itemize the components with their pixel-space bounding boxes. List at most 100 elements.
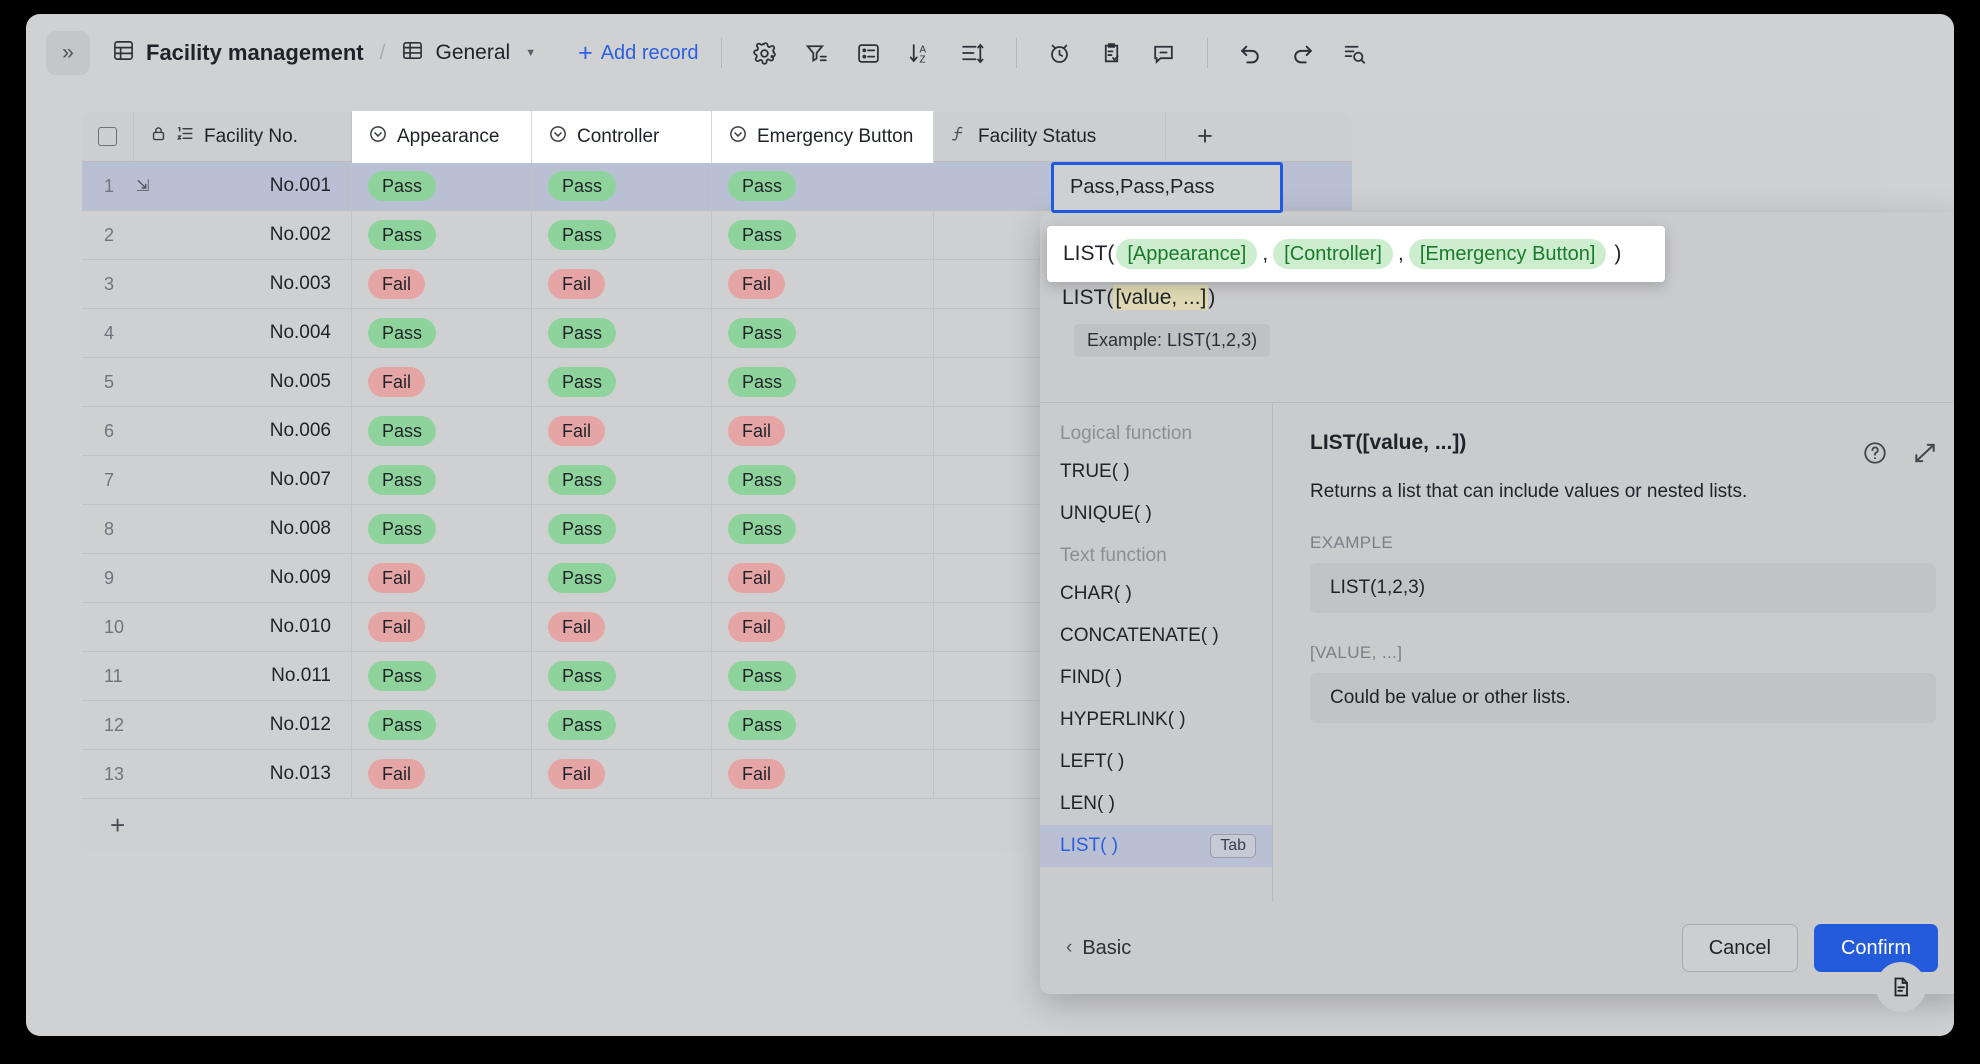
cell-appearance[interactable]: Pass (352, 309, 532, 357)
filter-icon[interactable] (796, 32, 838, 74)
cell-facility-no[interactable]: No.005 (134, 358, 352, 406)
row-height-icon[interactable] (952, 32, 994, 74)
function-list-item[interactable]: HYPERLINK( ) (1040, 699, 1272, 741)
cell-appearance[interactable]: Fail (352, 554, 532, 602)
cell-facility-no[interactable]: No.002 (134, 211, 352, 259)
column-header-emergency-button[interactable]: Emergency Button (712, 111, 934, 163)
redo-icon[interactable] (1282, 32, 1324, 74)
cell-facility-no[interactable]: No.003 (134, 260, 352, 308)
cell-emergency-button[interactable]: Pass (712, 211, 934, 259)
cell-appearance[interactable]: Fail (352, 750, 532, 798)
cell-appearance[interactable]: Pass (352, 456, 532, 504)
selected-cell-facility-status[interactable]: Pass,Pass,Pass (1051, 162, 1283, 213)
cell-facility-no[interactable]: No.011 (134, 652, 352, 700)
chevrons-right-icon[interactable]: » (46, 31, 90, 75)
alarm-icon[interactable] (1039, 32, 1081, 74)
form-icon[interactable] (1091, 32, 1133, 74)
status-badge: Fail (728, 759, 785, 789)
function-list-item[interactable]: UNIQUE( ) (1040, 493, 1272, 535)
function-list-item[interactable]: CONCATENATE( ) (1040, 615, 1272, 657)
add-record-button[interactable]: + Add record (578, 41, 698, 66)
cell-emergency-button[interactable]: Pass (712, 701, 934, 749)
select-all-checkbox[interactable] (82, 112, 134, 161)
cell-facility-no[interactable]: No.009 (134, 554, 352, 602)
cell-appearance[interactable]: Fail (352, 603, 532, 651)
cell-controller[interactable]: Pass (532, 701, 712, 749)
cell-controller[interactable]: Fail (532, 603, 712, 651)
cell-facility-no[interactable]: No.010 (134, 603, 352, 651)
table-icon (112, 39, 135, 67)
function-list-item[interactable]: TRUE( ) (1040, 451, 1272, 493)
cell-controller[interactable]: Pass (532, 358, 712, 406)
confirm-button[interactable]: Confirm (1814, 924, 1938, 972)
expand-record-icon[interactable]: ⇲ (136, 176, 149, 196)
back-to-basic-button[interactable]: ‹ Basic (1066, 937, 1131, 960)
cell-facility-no[interactable]: No.013 (134, 750, 352, 798)
cell-emergency-button[interactable]: Pass (712, 358, 934, 406)
cell-emergency-button[interactable]: Pass (712, 162, 934, 210)
cell-emergency-button[interactable]: Fail (712, 750, 934, 798)
cell-appearance[interactable]: Fail (352, 358, 532, 406)
add-column-button[interactable]: + (1166, 112, 1244, 161)
cell-emergency-button[interactable]: Fail (712, 407, 934, 455)
cell-emergency-button[interactable]: Fail (712, 260, 934, 308)
cell-facility-no[interactable]: No.012 (134, 701, 352, 749)
cell-emergency-button[interactable]: Pass (712, 309, 934, 357)
view-selector[interactable]: General ▼ (401, 39, 536, 67)
cell-emergency-button[interactable]: Pass (712, 456, 934, 504)
function-list-item[interactable]: FIND( ) (1040, 657, 1272, 699)
doc-description: Returns a list that can include values o… (1310, 481, 1936, 503)
cell-appearance[interactable]: Pass (352, 652, 532, 700)
function-list[interactable]: Logical functionTRUE( )UNIQUE( )Text fun… (1040, 403, 1273, 902)
expand-icon[interactable] (1912, 440, 1938, 466)
cell-controller[interactable]: Pass (532, 309, 712, 357)
formula-input[interactable]: LIST([Appearance],[Controller],[Emergenc… (1047, 226, 1665, 282)
sort-az-icon[interactable]: A Z (900, 32, 942, 74)
group-icon[interactable] (848, 32, 890, 74)
cell-emergency-button[interactable]: Pass (712, 505, 934, 553)
cell-emergency-button[interactable]: Fail (712, 603, 934, 651)
signature-example: Example: LIST(1,2,3) (1074, 324, 1270, 357)
cell-controller[interactable]: Pass (532, 456, 712, 504)
gear-icon[interactable] (744, 32, 786, 74)
function-list-item[interactable]: LEN( ) (1040, 783, 1272, 825)
formula-field-chip[interactable]: [Emergency Button] (1409, 239, 1607, 269)
column-header-controller[interactable]: Controller (532, 111, 712, 163)
cell-facility-no[interactable]: No.006 (134, 407, 352, 455)
cell-appearance[interactable]: Pass (352, 211, 532, 259)
cell-controller[interactable]: Pass (532, 211, 712, 259)
formula-field-chip[interactable]: [Controller] (1273, 239, 1393, 269)
cell-controller[interactable]: Pass (532, 554, 712, 602)
formula-field-chip[interactable]: [Appearance] (1116, 239, 1257, 269)
cell-facility-no[interactable]: No.008 (134, 505, 352, 553)
help-icon[interactable] (1862, 440, 1888, 466)
column-header-facility-status[interactable]: Facility Status (934, 112, 1166, 161)
cell-appearance[interactable]: Pass (352, 701, 532, 749)
undo-icon[interactable] (1230, 32, 1272, 74)
cancel-button[interactable]: Cancel (1682, 924, 1798, 972)
breadcrumb-base[interactable]: Facility management (112, 39, 364, 67)
comment-icon[interactable] (1143, 32, 1185, 74)
function-list-item[interactable]: CHAR( ) (1040, 573, 1272, 615)
cell-controller[interactable]: Fail (532, 260, 712, 308)
cell-controller[interactable]: Pass (532, 162, 712, 210)
cell-controller[interactable]: Pass (532, 652, 712, 700)
document-icon[interactable] (1876, 962, 1926, 1012)
cell-appearance[interactable]: Fail (352, 260, 532, 308)
cell-emergency-button[interactable]: Pass (712, 652, 934, 700)
cell-facility-no[interactable]: No.007 (134, 456, 352, 504)
cell-appearance[interactable]: Pass (352, 407, 532, 455)
cell-facility-no[interactable]: No.004 (134, 309, 352, 357)
column-header-facility-no[interactable]: Facility No. (134, 112, 352, 161)
column-header-appearance[interactable]: Appearance (352, 111, 532, 163)
function-list-item[interactable]: LIST( )Tab (1040, 825, 1272, 867)
search-icon[interactable] (1334, 32, 1376, 74)
cell-controller[interactable]: Pass (532, 505, 712, 553)
function-list-item[interactable]: LEFT( ) (1040, 741, 1272, 783)
cell-facility-no[interactable]: No.001 (134, 162, 352, 210)
cell-controller[interactable]: Fail (532, 750, 712, 798)
cell-appearance[interactable]: Pass (352, 162, 532, 210)
cell-emergency-button[interactable]: Fail (712, 554, 934, 602)
cell-appearance[interactable]: Pass (352, 505, 532, 553)
cell-controller[interactable]: Fail (532, 407, 712, 455)
